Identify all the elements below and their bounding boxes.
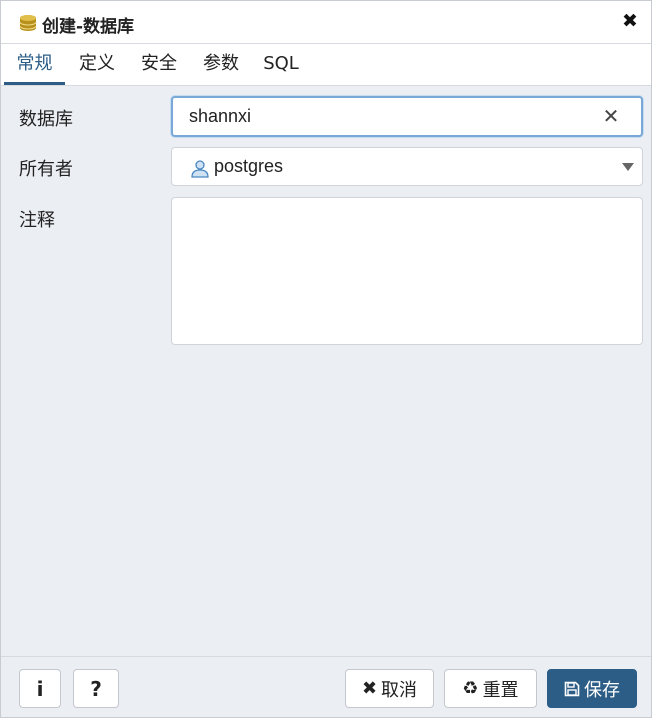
help-button[interactable]: ? bbox=[73, 669, 119, 708]
tab-bar: 常规 定义 安全 参数 SQL bbox=[1, 44, 651, 86]
database-label: 数据库 bbox=[19, 109, 73, 130]
save-label: 保存 bbox=[584, 679, 620, 701]
dialog-titlebar: 创建-数据库 ✖ bbox=[1, 1, 651, 44]
cancel-label: 取消 bbox=[381, 679, 418, 701]
create-database-dialog: 创建-数据库 ✖ 常规 定义 安全 参数 SQL 数据库 shannxi ✕ 所… bbox=[0, 0, 652, 718]
help-icon: ? bbox=[90, 676, 102, 701]
owner-select[interactable]: postgres bbox=[171, 147, 643, 186]
save-button[interactable]: 保存 bbox=[547, 669, 637, 708]
info-button[interactable]: i bbox=[19, 669, 61, 708]
comment-label: 注释 bbox=[19, 210, 55, 231]
tab-parameters[interactable]: 参数 bbox=[195, 44, 247, 85]
chevron-down-icon[interactable] bbox=[622, 163, 634, 171]
reset-label: 重置 bbox=[482, 679, 519, 701]
tab-definition[interactable]: 定义 bbox=[71, 44, 123, 85]
clear-icon[interactable]: ✕ bbox=[601, 107, 621, 127]
dialog-title: 创建-数据库 bbox=[42, 17, 135, 37]
database-name-input[interactable]: shannxi ✕ bbox=[171, 96, 643, 137]
database-icon bbox=[19, 15, 37, 31]
tab-general[interactable]: 常规 bbox=[4, 44, 65, 85]
info-icon: i bbox=[36, 676, 44, 701]
save-icon bbox=[564, 681, 580, 696]
dialog-footer: i ? ✖ 取消 ♻ 重置 保存 bbox=[1, 656, 651, 717]
database-name-value[interactable]: shannxi bbox=[189, 106, 251, 127]
recycle-icon: ♻ bbox=[462, 678, 479, 699]
close-icon[interactable]: ✖ bbox=[619, 11, 641, 33]
reset-button[interactable]: ♻ 重置 bbox=[444, 669, 537, 708]
cancel-button[interactable]: ✖ 取消 bbox=[345, 669, 434, 708]
comment-textarea[interactable] bbox=[171, 197, 643, 345]
owner-value: postgres bbox=[214, 156, 284, 176]
user-icon bbox=[191, 160, 209, 178]
close-icon: ✖ bbox=[361, 678, 378, 699]
tab-security[interactable]: 安全 bbox=[133, 44, 185, 85]
tab-sql[interactable]: SQL bbox=[257, 44, 305, 85]
owner-label: 所有者 bbox=[19, 159, 73, 180]
